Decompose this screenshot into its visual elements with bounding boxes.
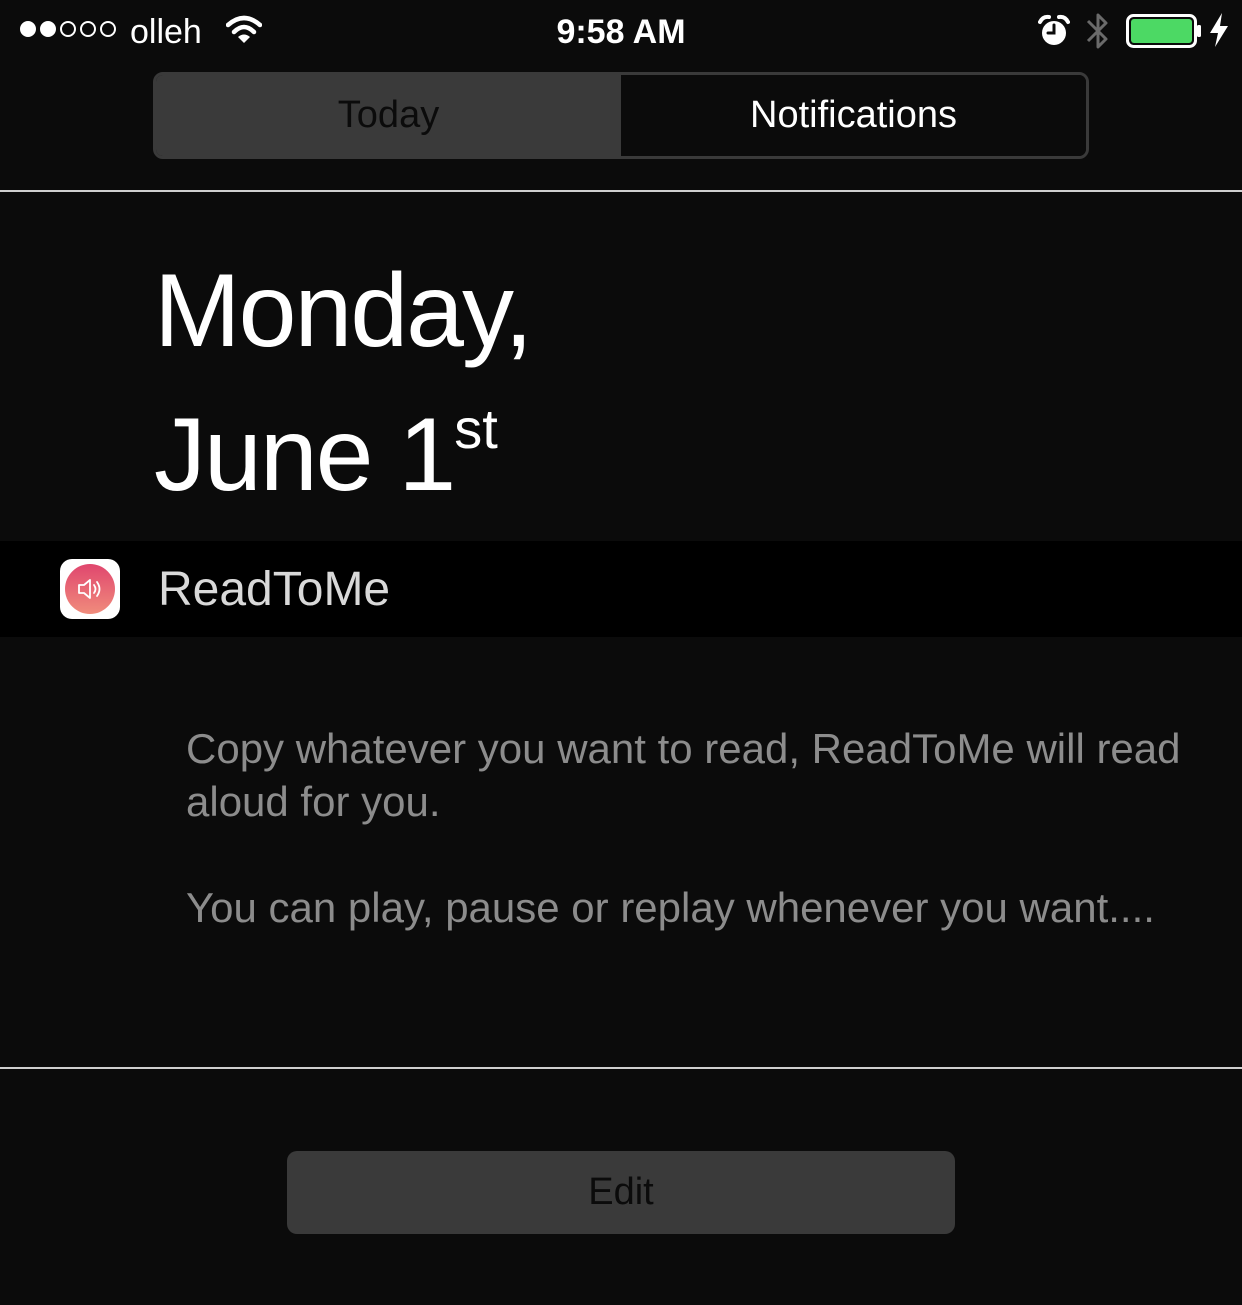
edit-button[interactable]: Edit: [287, 1151, 955, 1234]
date-ordinal-suffix: st: [454, 397, 498, 460]
charging-icon: [1210, 13, 1228, 47]
bluetooth-icon: [1086, 13, 1108, 49]
widget-header[interactable]: ReadToMe: [0, 541, 1242, 637]
status-bar: olleh 9:58 AM: [0, 0, 1242, 64]
tab-today[interactable]: Today: [156, 75, 621, 156]
speaker-icon: [65, 564, 115, 614]
tab-notifications[interactable]: Notifications: [621, 75, 1086, 156]
date-month-day-line: June 1st: [154, 370, 531, 514]
today-date: Monday, June 1st: [154, 252, 533, 514]
date-weekday: Monday,: [154, 253, 533, 369]
readtome-app-icon: [60, 559, 120, 619]
alarm-icon: [1038, 14, 1070, 45]
footer-divider: [0, 1067, 1242, 1069]
widget-content[interactable]: Copy whatever you want to read, ReadToMe…: [186, 722, 1216, 934]
view-segmented-control: Today Notifications: [153, 72, 1089, 159]
battery-icon: [1126, 14, 1201, 48]
header-divider: [0, 190, 1242, 192]
date-month-day: June 1: [154, 397, 456, 513]
widget-instructions: You can play, pause or replay whenever y…: [186, 884, 1155, 931]
widget-description: Copy whatever you want to read, ReadToMe…: [186, 725, 1181, 825]
widget-title: ReadToMe: [158, 563, 391, 616]
